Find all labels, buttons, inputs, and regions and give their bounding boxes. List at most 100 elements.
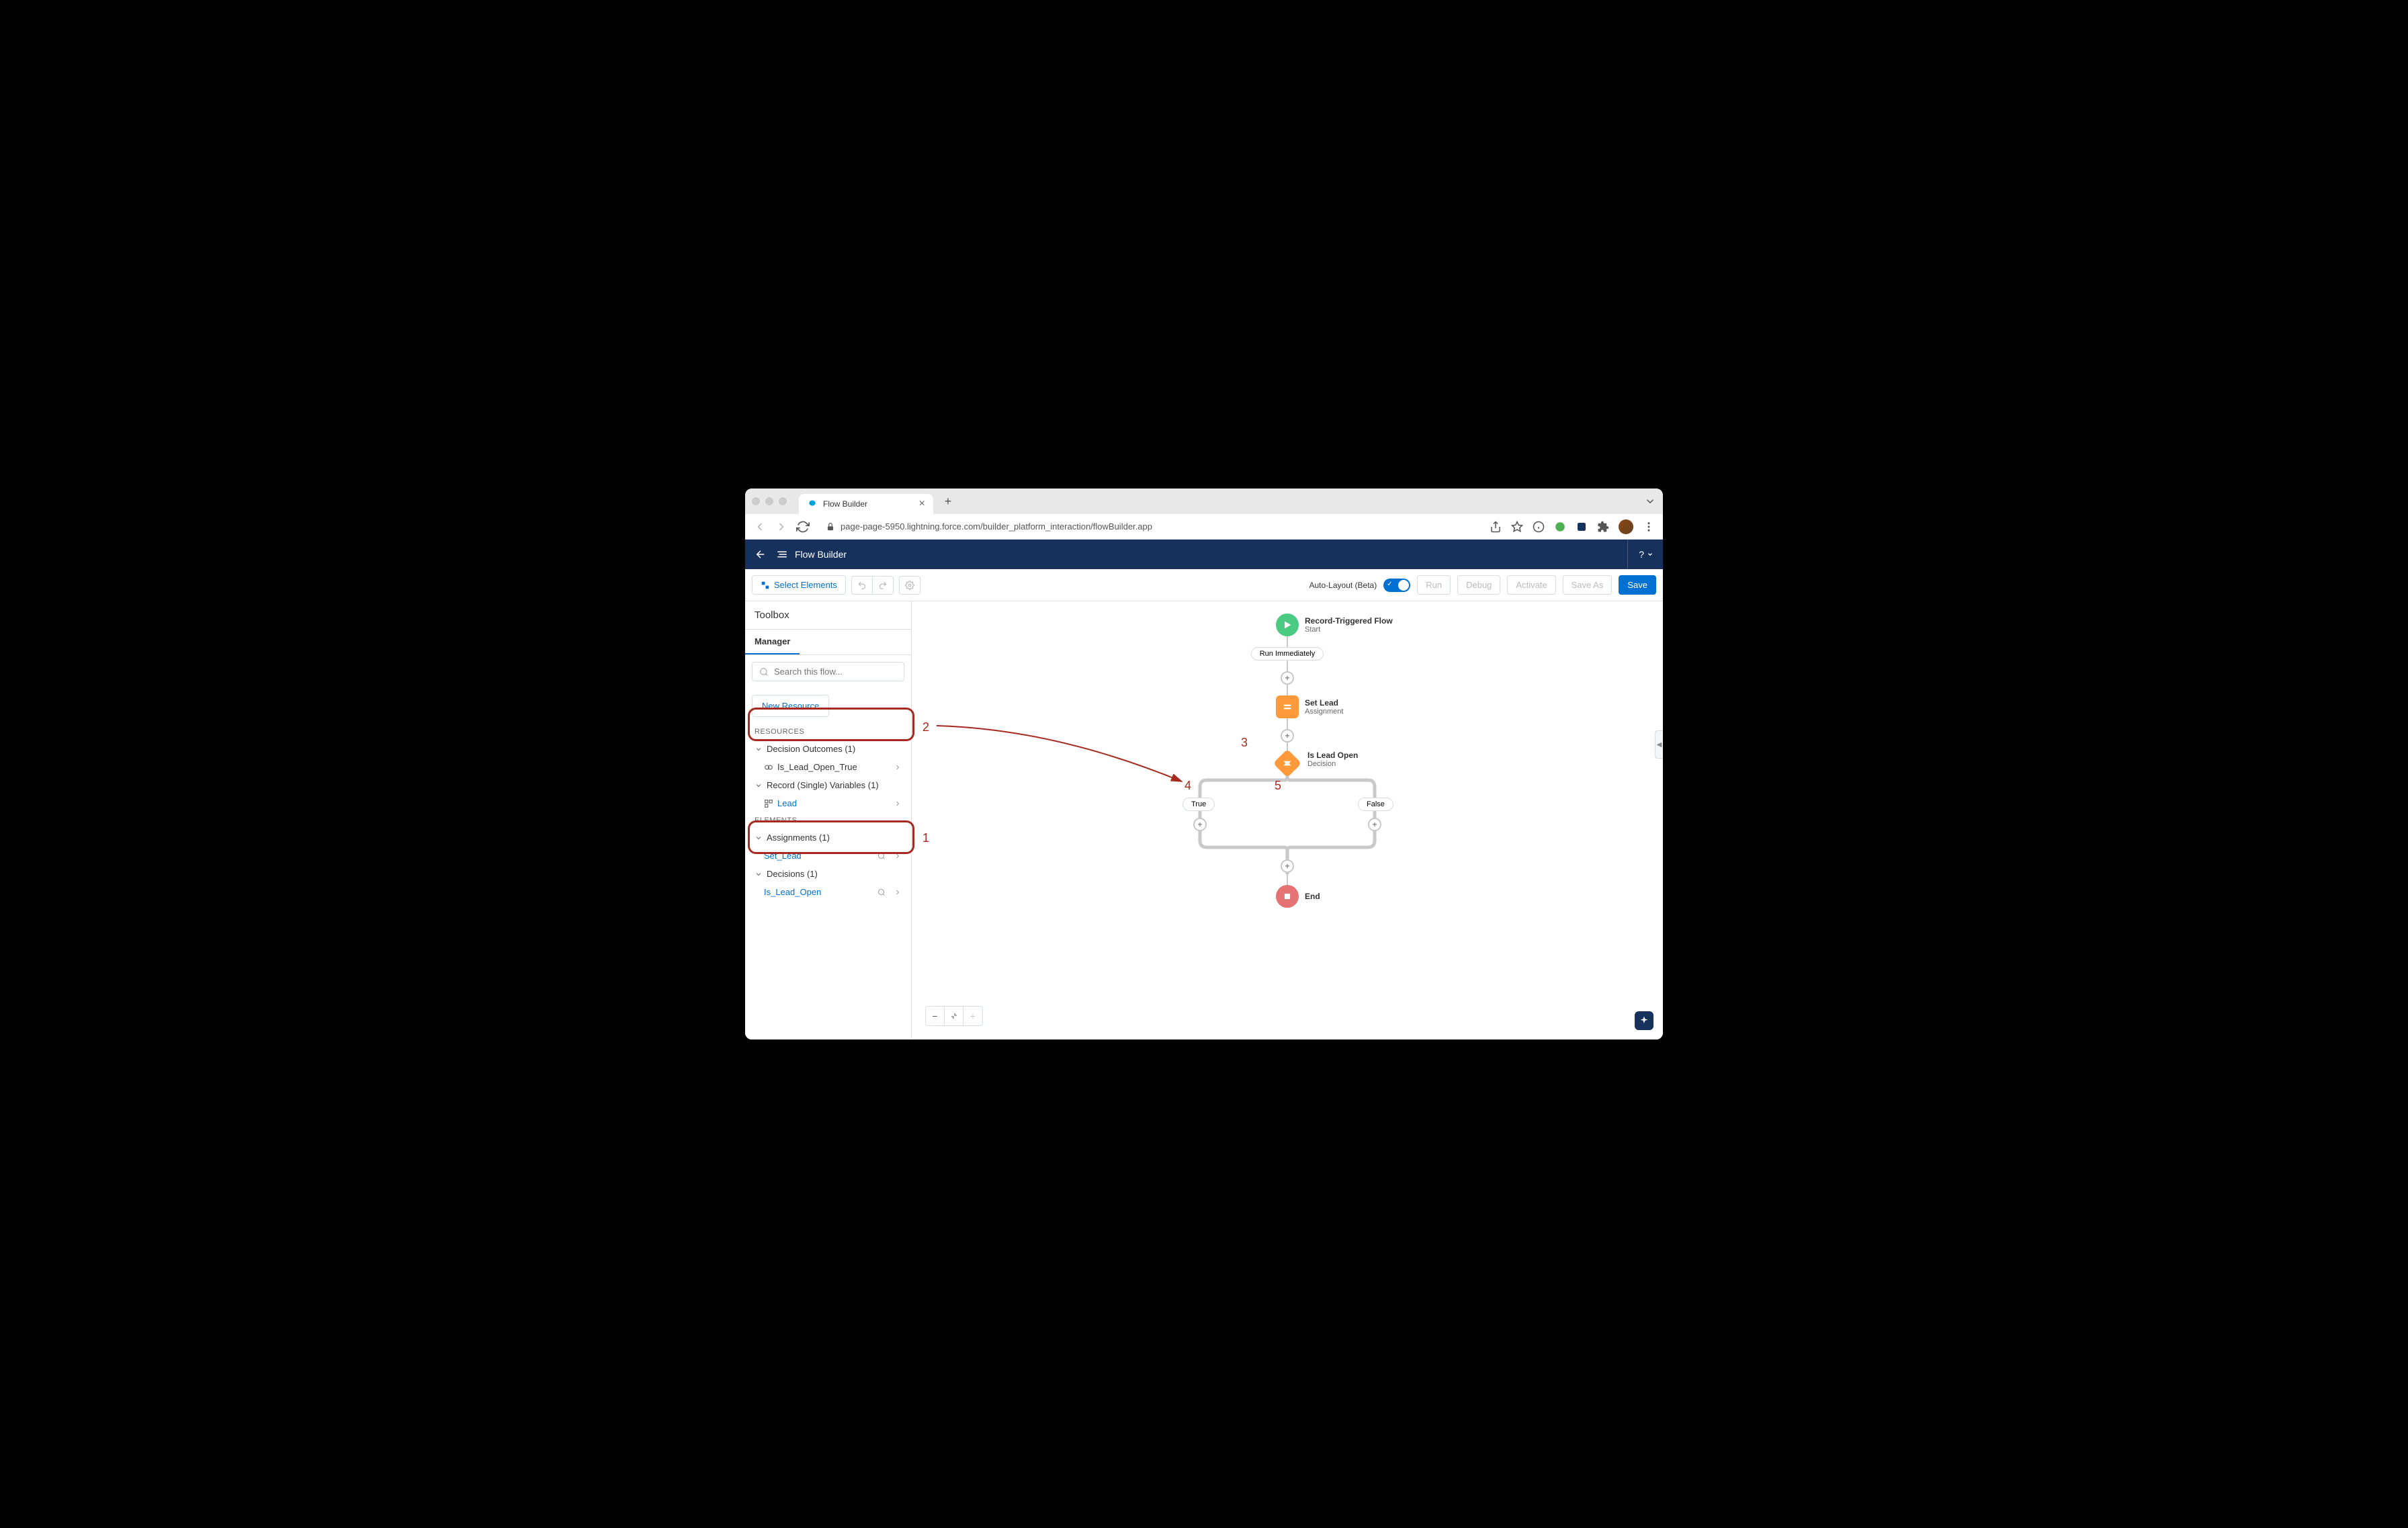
redo-button[interactable]	[872, 576, 894, 595]
assignment-item[interactable]: Set_Lead	[745, 847, 911, 865]
tab-list-icon[interactable]	[1644, 495, 1656, 507]
add-element-button[interactable]: +	[1281, 671, 1294, 685]
profile-avatar[interactable]	[1619, 519, 1633, 534]
decision-node-subtitle: Decision	[1307, 760, 1358, 768]
decision-item[interactable]: Is_Lead_Open	[745, 883, 911, 901]
reload-icon[interactable]	[796, 520, 810, 534]
bookmark-icon[interactable]	[1511, 521, 1523, 533]
start-node-title: Record-Triggered Flow	[1305, 616, 1393, 626]
decision-outcomes-group[interactable]: Decision Outcomes (1)	[745, 740, 911, 758]
chevron-right-icon	[894, 888, 902, 896]
toolbox-title: Toolbox	[745, 601, 911, 630]
decisions-group[interactable]: Decisions (1)	[745, 865, 911, 883]
browser-tab[interactable]: Flow Builder ×	[799, 494, 933, 514]
close-window[interactable]	[752, 497, 760, 505]
outcome-icon	[764, 763, 773, 772]
end-node-label: End	[1305, 892, 1320, 901]
back-icon[interactable]	[753, 520, 767, 534]
redo-icon	[878, 581, 888, 590]
run-button[interactable]: Run	[1417, 575, 1451, 595]
search-icon[interactable]	[877, 852, 886, 860]
lock-icon	[826, 522, 835, 532]
chevron-down-icon	[755, 870, 763, 878]
chevron-down-icon	[1647, 551, 1653, 558]
url-field[interactable]: page-page-5950.lightning.force.com/build…	[818, 521, 1481, 532]
record-var-item[interactable]: Lead	[745, 794, 911, 812]
chevron-right-icon	[894, 852, 902, 860]
auto-layout-label: Auto-Layout (Beta)	[1309, 581, 1377, 590]
url-text: page-page-5950.lightning.force.com/build…	[841, 521, 1152, 532]
run-immediately-badge[interactable]: Run Immediately	[1251, 647, 1324, 661]
select-icon	[761, 581, 770, 590]
false-branch-label[interactable]: False	[1358, 798, 1393, 811]
check-icon: ✓	[1387, 581, 1392, 588]
flow-builder-icon	[776, 548, 788, 560]
end-node[interactable]	[1276, 885, 1299, 908]
flow-canvas[interactable]: ◀ Record-Triggered Flow Start Run Immedi…	[912, 601, 1663, 1039]
zoom-in-button[interactable]: +	[963, 1007, 982, 1025]
help-button[interactable]: ?	[1627, 540, 1653, 569]
salesforce-favicon-icon	[807, 499, 818, 509]
save-button[interactable]: Save	[1619, 575, 1656, 595]
manager-tab[interactable]: Manager	[745, 630, 800, 654]
resources-section-header: RESOURCES	[745, 724, 911, 740]
app-header: Flow Builder ?	[745, 540, 1663, 569]
app-title: Flow Builder	[795, 549, 847, 560]
zoom-out-button[interactable]: −	[926, 1007, 945, 1025]
extension-icon-2[interactable]	[1576, 521, 1588, 533]
extensions-icon[interactable]	[1597, 521, 1609, 533]
chevron-right-icon	[894, 763, 902, 771]
traffic-lights	[752, 497, 787, 505]
forward-icon[interactable]	[775, 520, 788, 534]
maximize-window[interactable]	[779, 497, 787, 505]
true-branch-label[interactable]: True	[1182, 798, 1215, 811]
share-icon[interactable]	[1490, 521, 1502, 533]
zoom-controls: − +	[925, 1006, 983, 1026]
undo-button[interactable]	[851, 576, 873, 595]
start-node[interactable]	[1276, 613, 1299, 636]
expand-handle[interactable]: ◀	[1655, 730, 1663, 759]
chevron-right-icon	[894, 800, 902, 808]
add-element-button[interactable]: +	[1281, 859, 1294, 873]
address-bar: page-page-5950.lightning.force.com/build…	[745, 514, 1663, 540]
search-box[interactable]	[752, 662, 904, 681]
record-variables-group[interactable]: Record (Single) Variables (1)	[745, 776, 911, 794]
add-element-button[interactable]: +	[1193, 818, 1207, 831]
browser-tab-bar: Flow Builder × +	[745, 489, 1663, 514]
search-input[interactable]	[774, 667, 897, 677]
extension-icon-1[interactable]	[1554, 521, 1566, 533]
select-elements-button[interactable]: Select Elements	[752, 575, 846, 595]
toolbox-sidebar: Toolbox Manager New Resource RESOURCES D…	[745, 601, 912, 1039]
save-as-button[interactable]: Save As	[1563, 575, 1612, 595]
assignment-node-title: Set Lead	[1305, 698, 1343, 708]
add-element-button[interactable]: +	[1368, 818, 1381, 831]
search-icon	[759, 667, 769, 677]
settings-button[interactable]	[899, 576, 920, 595]
chevron-down-icon	[755, 834, 763, 842]
debug-button[interactable]: Debug	[1457, 575, 1500, 595]
new-tab-button[interactable]: +	[939, 492, 957, 511]
auto-layout-toggle[interactable]: ✓	[1383, 579, 1410, 592]
zoom-fit-button[interactable]	[945, 1007, 963, 1025]
assignments-group[interactable]: Assignments (1)	[745, 829, 911, 847]
minimize-window[interactable]	[765, 497, 773, 505]
add-element-button[interactable]: +	[1281, 729, 1294, 742]
chevron-down-icon	[755, 781, 763, 790]
record-icon	[764, 799, 773, 808]
outcome-item[interactable]: Is_Lead_Open_True	[745, 758, 911, 776]
equals-icon	[1281, 701, 1293, 713]
ai-assistant-button[interactable]	[1635, 1011, 1653, 1030]
undo-icon	[857, 581, 867, 590]
app-back-icon[interactable]	[755, 548, 767, 560]
activate-button[interactable]: Activate	[1507, 575, 1555, 595]
stop-icon	[1283, 892, 1292, 901]
new-resource-button[interactable]: New Resource	[752, 695, 829, 717]
tab-close-icon[interactable]: ×	[919, 498, 925, 510]
decision-icon	[1282, 758, 1293, 769]
assignment-node[interactable]	[1276, 695, 1299, 718]
menu-icon[interactable]	[1643, 521, 1655, 533]
gear-icon	[905, 581, 914, 590]
info-icon[interactable]	[1533, 521, 1545, 533]
search-icon[interactable]	[877, 888, 886, 896]
decision-node-title: Is Lead Open	[1307, 751, 1358, 760]
